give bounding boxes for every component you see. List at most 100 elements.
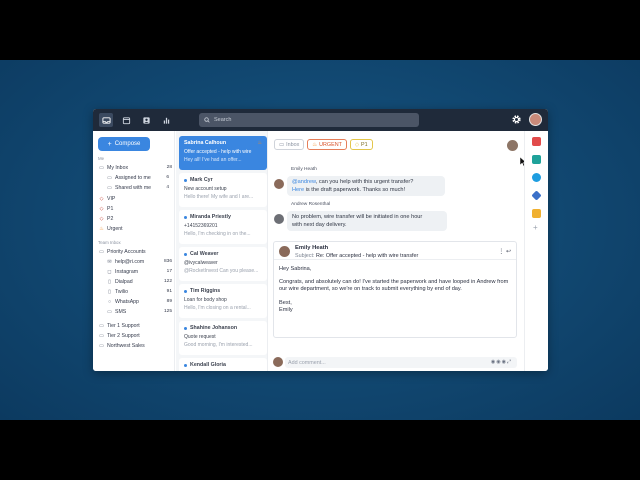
add-integration-icon[interactable]: + xyxy=(533,223,538,232)
flame-icon: ♨ xyxy=(257,140,262,146)
list-item[interactable]: Shahine Johanson Quote request Good morn… xyxy=(179,321,267,355)
sender-name: Shahine Johanson xyxy=(190,325,238,331)
contact-icon[interactable] xyxy=(532,155,541,164)
sidebar-item-label: Twilio xyxy=(115,288,128,295)
email-subject: Subject: Re: Offer accepted - help with … xyxy=(295,253,418,259)
sidebar-item-priority-accounts[interactable]: ▭ Priority Accounts xyxy=(98,247,172,256)
salesforce-icon[interactable] xyxy=(532,173,541,182)
count-badge: 89 xyxy=(166,299,172,304)
sidebar-item-label: SMS xyxy=(115,308,127,315)
tag-icon: ◇ xyxy=(354,141,360,148)
tray-icon: ▭ xyxy=(279,141,285,148)
expand-icon[interactable]: ⤢ xyxy=(507,359,512,365)
comment-placeholder: Add comment... xyxy=(288,359,326,366)
sidebar-item-p2[interactable]: ◇ P2 xyxy=(98,214,172,223)
tag-inbox[interactable]: ▭ Inbox xyxy=(274,139,305,150)
avatar xyxy=(273,357,283,367)
hubspot-icon[interactable] xyxy=(532,209,541,218)
unread-dot xyxy=(184,363,187,367)
message-subject: +14152369201 xyxy=(184,223,218,229)
analytics-icon[interactable] xyxy=(159,113,173,127)
sidebar-item-sms[interactable]: ▭ SMS 125 xyxy=(106,307,172,316)
list-item[interactable]: Kendall Gloria xyxy=(179,358,267,371)
email-signoff: Best, xyxy=(279,299,292,306)
comment-author: Emily Heath xyxy=(291,167,317,172)
unread-dot xyxy=(184,326,187,330)
sender-name: Cal Weaver xyxy=(190,251,219,257)
count-badge: 17 xyxy=(166,269,172,274)
list-item[interactable]: Sabrina Calhoun ♨ Offer accepted - help … xyxy=(179,136,267,170)
draft-link[interactable]: Here xyxy=(292,187,304,193)
message-preview: Good morning, I'm interested... xyxy=(184,342,253,348)
tag-urgent[interactable]: ♨ URGENT xyxy=(307,139,347,150)
comment-input[interactable]: Add comment... ◉◉◉⤢ xyxy=(285,357,517,368)
sender-name: Tim Riggins xyxy=(190,288,221,294)
message-preview: Hey all! I've had an offer... xyxy=(184,157,242,163)
sidebar-item-shared[interactable]: ▭ Shared with me 4 xyxy=(106,183,169,192)
app-icon-red[interactable] xyxy=(532,137,541,146)
email-actions: ⋮ ↩ xyxy=(498,248,511,255)
search-input[interactable]: Search xyxy=(199,113,419,127)
section-me: Me xyxy=(98,156,105,161)
contacts-icon[interactable] xyxy=(139,113,153,127)
list-item[interactable]: Miranda Priestly +14152369201 Hello, I'm… xyxy=(179,210,267,244)
sidebar-item-twilio[interactable]: ▯ Twilio 91 xyxy=(106,287,172,296)
sidebar: + Compose Me ▭ My Inbox 28 ▭ Assigned to… xyxy=(93,131,175,371)
avatar xyxy=(274,214,284,224)
sidebar-item-label: Urgent xyxy=(107,225,123,232)
email-paragraph: Congrats, and absolutely can do! I've st… xyxy=(279,279,509,293)
subject-label: Subject: xyxy=(295,253,315,259)
list-item[interactable]: Cal Weaver @ivycalweaver @RocketInvest C… xyxy=(179,247,267,281)
sender-name: Kendall Gloria xyxy=(190,362,226,368)
tray-icon: ▭ xyxy=(99,342,104,349)
email-header: Emily Heath Subject: Re: Offer accepted … xyxy=(274,242,516,260)
sidebar-item-dialpad[interactable]: ▯ Dialpad 122 xyxy=(106,277,172,286)
assignee-avatar[interactable] xyxy=(507,140,518,151)
gear-icon[interactable] xyxy=(511,114,522,125)
list-item[interactable]: Tim Riggins Loan for body shop Hello, I'… xyxy=(179,284,267,318)
list-item[interactable]: Mark Cyr New account setup Hello there! … xyxy=(179,173,267,207)
comment-bubble: No problem, wire transfer will be initia… xyxy=(287,211,447,231)
comment-author: Andrew Rosenthal xyxy=(291,202,331,207)
message-subject: New account setup xyxy=(184,186,227,192)
plus-icon: + xyxy=(107,140,112,148)
sms-icon: ▭ xyxy=(107,308,112,315)
sidebar-item-assigned[interactable]: ▭ Assigned to me 6 xyxy=(106,173,169,182)
sidebar-item-help-email[interactable]: ✉ help@ri.com 836 xyxy=(106,257,172,266)
user-avatar[interactable] xyxy=(529,113,542,126)
sidebar-item-northwest[interactable]: ▭ Northwest Sales xyxy=(98,341,172,350)
message-subject: Loan for body shop xyxy=(184,297,227,303)
avatar xyxy=(279,246,290,257)
sidebar-item-p1[interactable]: ◇ P1 xyxy=(98,204,172,213)
sidebar-item-vip[interactable]: ◇ VIP xyxy=(98,194,172,203)
sidebar-item-whatsapp[interactable]: ○ WhatsApp 89 xyxy=(106,297,172,306)
mention-link[interactable]: @andrew xyxy=(292,179,316,185)
more-options-icon[interactable]: ⋮ xyxy=(498,249,504,255)
compose-button[interactable]: + Compose xyxy=(98,137,150,151)
inbox-icon[interactable] xyxy=(99,113,113,127)
top-bar: Search xyxy=(93,109,548,131)
sidebar-item-urgent[interactable]: ♨ Urgent xyxy=(98,224,172,233)
tag-p1[interactable]: ◇ P1 xyxy=(349,139,373,150)
calendar-icon[interactable] xyxy=(119,113,133,127)
avatar xyxy=(274,179,284,189)
comment-text: with next day delivery. xyxy=(292,222,347,228)
app-window: Search + Compose Me ▭ My Inbox 28 ▭ Assi… xyxy=(93,109,548,371)
sidebar-item-label: Northwest Sales xyxy=(107,342,145,349)
section-team-inbox: Team Inbox xyxy=(98,240,121,245)
sidebar-item-instagram[interactable]: ◻ Instagram 17 xyxy=(106,267,172,276)
conversation-pane: ▭ Inbox ♨ URGENT ◇ P1 Emily Heath @andrew, … xyxy=(269,131,527,371)
tray-icon: ▭ xyxy=(99,164,104,171)
sidebar-item-tier2[interactable]: ▭ Tier 2 Support xyxy=(98,331,172,340)
reply-icon[interactable]: ↩ xyxy=(506,249,511,255)
instagram-icon: ◻ xyxy=(107,268,112,275)
unread-dot xyxy=(184,178,187,182)
diamond-icon[interactable] xyxy=(531,190,542,201)
search-icon xyxy=(204,117,210,123)
sidebar-item-tier1[interactable]: ▭ Tier 1 Support xyxy=(98,321,172,330)
sidebar-item-my-inbox[interactable]: ▭ My Inbox 28 xyxy=(98,163,172,172)
sidebar-item-label: Tier 2 Support xyxy=(107,332,140,339)
message-preview: Hello, I'm checking in on the... xyxy=(184,231,251,237)
count-badge: 122 xyxy=(163,279,172,284)
compose-label: Compose xyxy=(114,141,141,147)
